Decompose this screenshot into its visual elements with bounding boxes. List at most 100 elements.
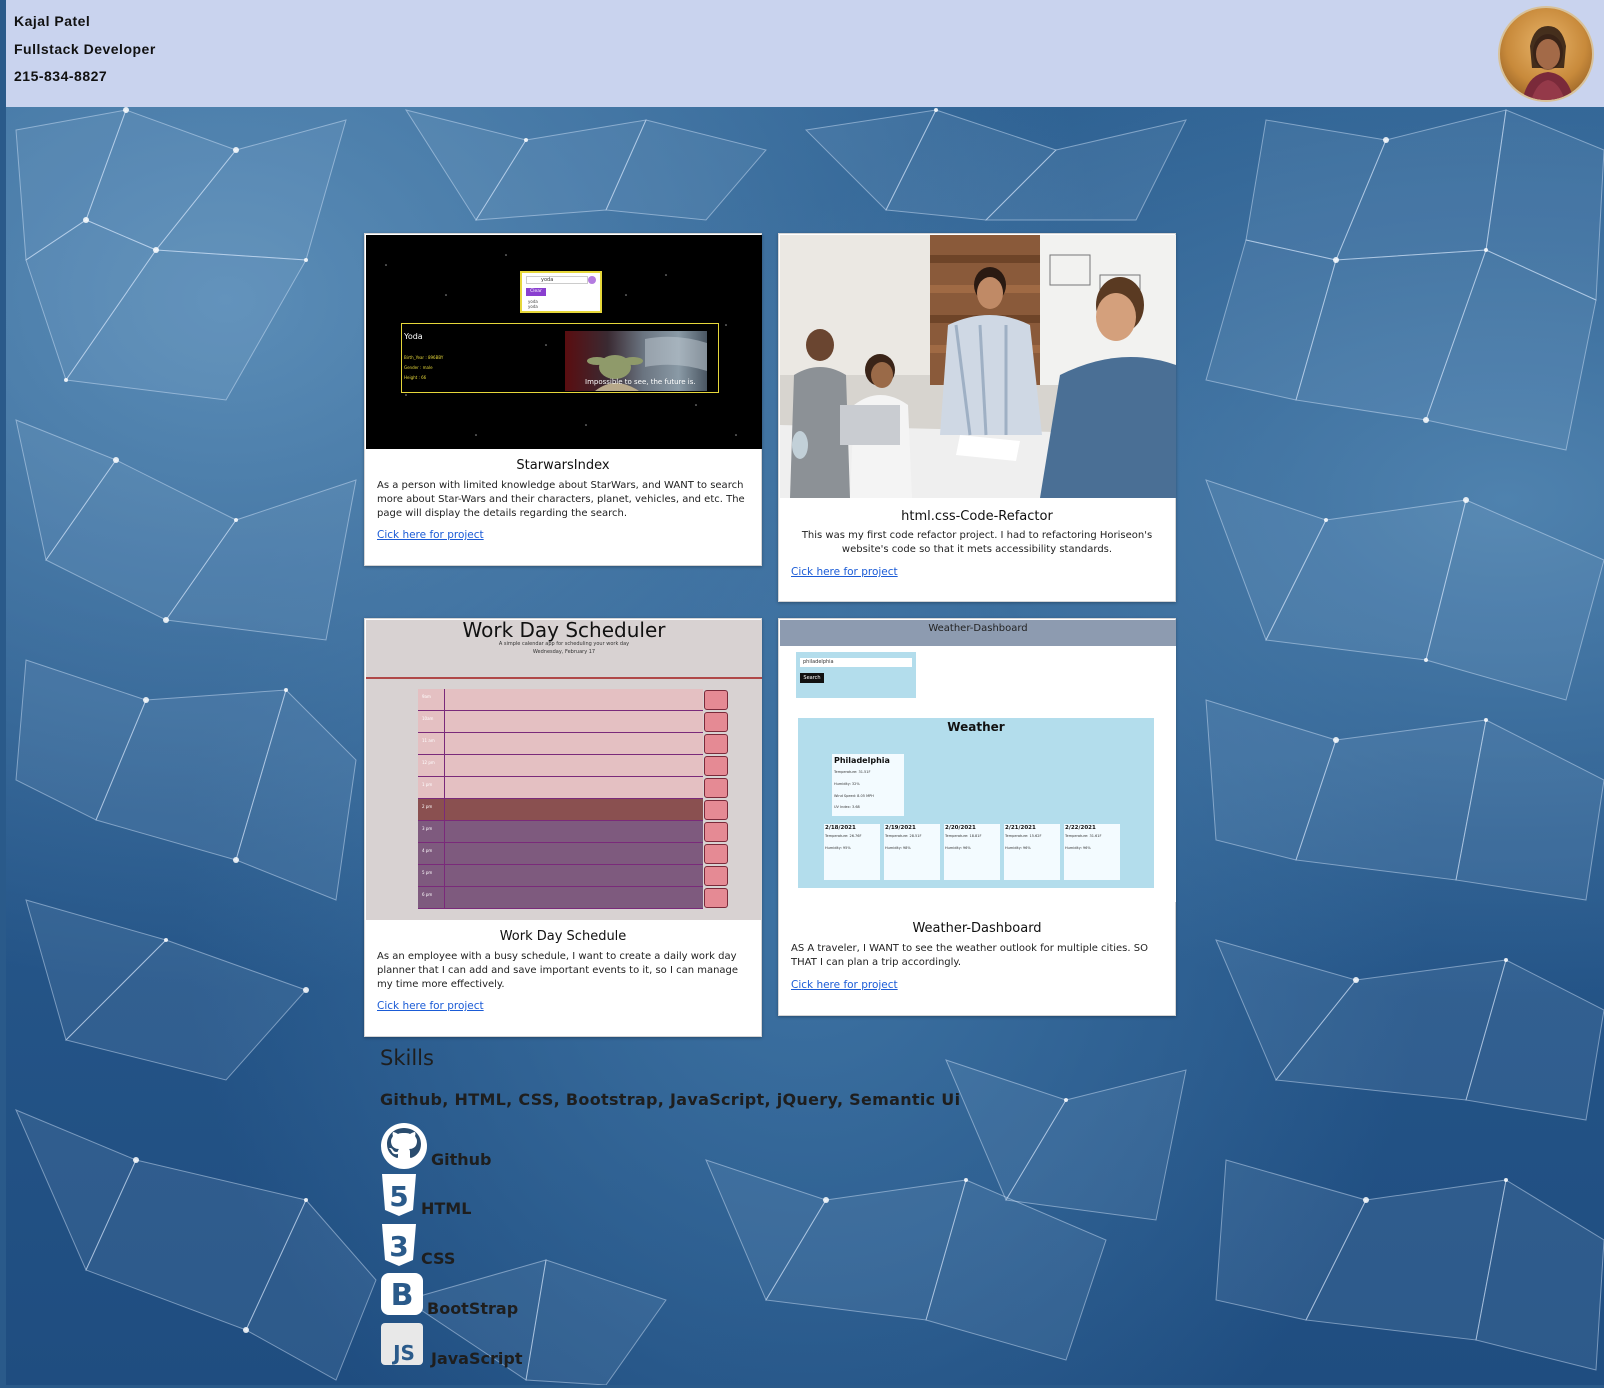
scheduler-row: 10am bbox=[418, 711, 728, 733]
weather-current-line: Humidity: 32% bbox=[834, 782, 860, 786]
scheduler-hour: 9am bbox=[418, 689, 445, 711]
forecast-temp: Temperature: 28.51F bbox=[885, 834, 922, 838]
starwars-result-line: Gender : male bbox=[404, 365, 433, 370]
weather-current-line: Temperature: 31.51F bbox=[834, 770, 871, 774]
starwars-result-line: Height : 66 bbox=[404, 375, 427, 380]
scheduler-event-field bbox=[445, 689, 703, 711]
weather-forecast-card: 2/19/2021 Temperature: 28.51F Humidity: 98… bbox=[884, 824, 940, 880]
yoda-still-image: Impossible to see, the future is. bbox=[565, 331, 707, 391]
scheduler-screenshot: Work Day Scheduler A simple calendar app… bbox=[366, 620, 762, 920]
skills-title: Skills bbox=[380, 1046, 434, 1070]
project-card-work-day: Work Day Scheduler A simple calendar app… bbox=[364, 618, 762, 1037]
starwars-result-title: Yoda bbox=[404, 332, 423, 341]
scheduler-hour: 2 pm bbox=[418, 799, 445, 821]
html5-icon: 5 bbox=[382, 1174, 416, 1216]
scheduler-save-button bbox=[704, 778, 728, 798]
github-icon bbox=[381, 1123, 427, 1169]
skill-label: Github bbox=[431, 1150, 492, 1169]
page: Kajal Patel Fullstack Developer 215-834-… bbox=[6, 0, 1604, 1385]
project-title: html.css-Code-Refactor bbox=[901, 509, 1053, 524]
javascript-icon: JS bbox=[381, 1323, 423, 1365]
scheduler-save-button bbox=[704, 844, 728, 864]
forecast-date: 2/21/2021 bbox=[1005, 825, 1036, 831]
project-title: Work Day Schedule bbox=[499, 929, 627, 944]
scheduler-rows: 9am 10am 11 am 12 pm 1 pm 2 pm 3 pm 4 pm 5 pm 6 p… bbox=[418, 689, 728, 911]
project-link[interactable]: Cick here for project bbox=[791, 566, 898, 578]
weather-forecast-card: 2/21/2021 Temperature: 15.62F Humidity: 96… bbox=[1004, 824, 1060, 880]
forecast-temp: Temperature: 18.81F bbox=[945, 834, 982, 838]
scheduler-row: 11 am bbox=[418, 733, 728, 755]
scheduler-row: 1 pm bbox=[418, 777, 728, 799]
forecast-temp: Temperature: 26.76F bbox=[825, 834, 862, 838]
yoda-caption: Impossible to see, the future is. bbox=[585, 378, 696, 386]
profile-avatar bbox=[1498, 6, 1594, 102]
scheduler-hour: 12 pm bbox=[418, 755, 445, 777]
project-description: AS A traveler, I WANT to see the weather… bbox=[791, 943, 1148, 968]
scheduler-hour: 3 pm bbox=[418, 821, 445, 843]
scheduler-event-field bbox=[445, 843, 703, 865]
project-description: This was my first code refactor project.… bbox=[801, 530, 1153, 555]
starwars-clear-button: Clear bbox=[526, 288, 546, 296]
scheduler-save-button bbox=[704, 712, 728, 732]
bootstrap-icon: B bbox=[381, 1273, 423, 1315]
scheduler-save-button bbox=[704, 690, 728, 710]
scheduler-subheading: A simple calendar app for scheduling you… bbox=[498, 641, 630, 647]
header-phone: 215-834-8827 bbox=[14, 68, 108, 84]
weather-current-line: UV Index: 3.68 bbox=[834, 805, 860, 809]
scheduler-save-button bbox=[704, 800, 728, 820]
scheduler-event-field bbox=[445, 799, 703, 821]
weather-current-line: Wind Speed: 8.05 MPH bbox=[834, 794, 874, 798]
starwars-search-icon bbox=[588, 276, 596, 284]
weather-search-input: philadelphia bbox=[800, 658, 912, 667]
starwars-search-box: yoda Clear yoda yoda bbox=[520, 271, 602, 313]
project-description: As a person with limited knowledge about… bbox=[377, 480, 745, 519]
forecast-date: 2/18/2021 bbox=[825, 825, 856, 831]
forecast-temp: Temperature: 31.61F bbox=[1065, 834, 1102, 838]
scheduler-save-button bbox=[704, 866, 728, 886]
weather-forecast-card: 2/20/2021 Temperature: 18.81F Humidity: 96… bbox=[944, 824, 1000, 880]
scheduler-hour: 5 pm bbox=[418, 865, 445, 887]
svg-text:3: 3 bbox=[389, 1230, 408, 1263]
weather-search-panel: philadelphia Search bbox=[796, 652, 916, 698]
forecast-date: 2/22/2021 bbox=[1065, 825, 1096, 831]
scheduler-hour: 1 pm bbox=[418, 777, 445, 799]
starwars-suggestion-2: yoda bbox=[528, 304, 538, 309]
scheduler-row: 2 pm bbox=[418, 799, 728, 821]
project-link[interactable]: Cick here for project bbox=[377, 529, 484, 541]
svg-text:B: B bbox=[391, 1278, 414, 1313]
scheduler-hour: 4 pm bbox=[418, 843, 445, 865]
scheduler-event-field bbox=[445, 865, 703, 887]
forecast-date: 2/19/2021 bbox=[885, 825, 916, 831]
skill-label: JavaScript bbox=[431, 1349, 523, 1368]
forecast-humidity: Humidity: 96% bbox=[1005, 846, 1031, 850]
scheduler-row: 3 pm bbox=[418, 821, 728, 843]
project-link[interactable]: Cick here for project bbox=[377, 1000, 484, 1012]
scheduler-row: 4 pm bbox=[418, 843, 728, 865]
scheduler-row: 9am bbox=[418, 689, 728, 711]
scheduler-save-button bbox=[704, 734, 728, 754]
scheduler-event-field bbox=[445, 777, 703, 799]
skills-list: Github, HTML, CSS, Bootstrap, JavaScript… bbox=[380, 1090, 961, 1109]
svg-text:5: 5 bbox=[389, 1180, 408, 1213]
weather-current-card: Philadelphia Temperature: 31.51F Humidit… bbox=[832, 754, 904, 816]
scheduler-event-field bbox=[445, 711, 703, 733]
svg-text:JS: JS bbox=[391, 1341, 415, 1365]
header: Kajal Patel Fullstack Developer 215-834-… bbox=[6, 0, 1604, 107]
scheduler-save-button bbox=[704, 756, 728, 776]
scheduler-event-field bbox=[445, 755, 703, 777]
project-title: Weather-Dashboard bbox=[912, 921, 1042, 936]
project-link[interactable]: Cick here for project bbox=[791, 979, 898, 991]
skill-label: BootStrap bbox=[427, 1299, 519, 1318]
forecast-humidity: Humidity: 96% bbox=[945, 846, 971, 850]
scheduler-row: 5 pm bbox=[418, 865, 728, 887]
scheduler-date: Wednesday, February 17 bbox=[532, 649, 596, 655]
scheduler-hour: 6 pm bbox=[418, 887, 445, 909]
starwars-screenshot: yoda Clear yoda yoda Yoda Birth_Year : 8… bbox=[366, 235, 762, 449]
starwars-result-panel: Yoda Birth_Year : 896BBY Gender : male H… bbox=[401, 323, 719, 393]
scheduler-save-button bbox=[704, 888, 728, 908]
forecast-humidity: Humidity: 98% bbox=[885, 846, 911, 850]
starwars-result-line: Birth_Year : 896BBY bbox=[404, 355, 444, 360]
weather-city: Philadelphia bbox=[834, 756, 890, 765]
weather-screenshot: Weather-Dashboard philadelphia Search We… bbox=[780, 620, 1176, 902]
scheduler-hour: 11 am bbox=[418, 733, 445, 755]
